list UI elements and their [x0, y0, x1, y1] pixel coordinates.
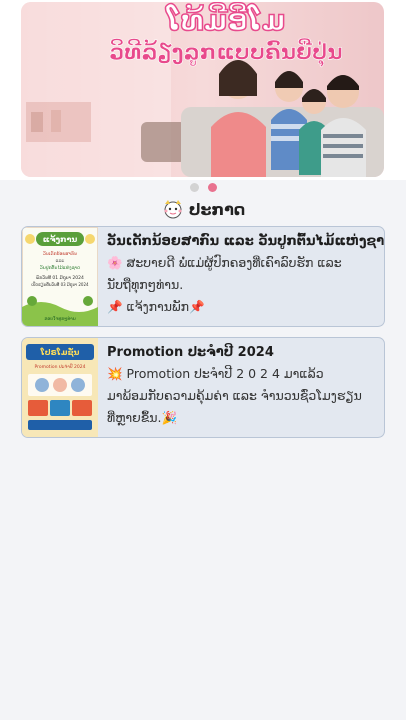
carousel-dot-2-active[interactable] [207, 183, 217, 192]
promo-banner[interactable]: ໂທ້ມີອີໂມ ວິທີລ້ຽງລູກແບບຄົນຍີ່ປຸ່ນ [21, 2, 384, 177]
thumb-line-1: ວັນເດັກນ້ອຍສາກົນ [43, 250, 77, 257]
announcement-line: ນັບຖືທຸກໆທ່ານ. [107, 277, 184, 292]
banner-headline-2: ວິທີລ້ຽງລູກແບບຄົນຍີ່ປຸ່ນ [109, 37, 342, 68]
thumb-line-4: ພັກວັນທີ 01 ມິຖຸນາ 2024 [36, 274, 84, 281]
announcement-card-2[interactable]: ໂປຣໂມຊັ່ນ Promotion ປະຈຳປີ 2024 Promotio… [21, 337, 385, 438]
thumb-line-2: ແລະ [56, 259, 65, 264]
announcement-title: Promotion ປະຈຳປີ 2024 [107, 345, 274, 360]
thumb-heading: ແຈ້ງການ [43, 233, 78, 244]
carousel-dot-1[interactable] [189, 183, 199, 192]
carousel-indicator [0, 183, 406, 192]
announcement-thumbnail: ແຈ້ງການ ວັນເດັກນ້ອຍສາກົນ ແລະ ວັນປູກຕົ້ນໄ… [22, 227, 98, 326]
announcement-line: 📌 ແຈ້ງການພັກ📌 [107, 299, 205, 314]
thumb-heading: ໂປຣໂມຊັ່ນ [40, 346, 80, 358]
announcements-header: ປະກາດ [0, 198, 406, 220]
announcement-line: 🌸 ສະບາຍດີ ພໍ່ແມ່ຜູ້ປົກຄອງທີ່ເຄົາລົບຮັກ ແ… [107, 255, 342, 270]
announcement-line: ທີ່ຫຼາຍຂຶ້ນ.🎉 [107, 410, 178, 425]
banner-headline-1: ໂທ້ມີອີໂມ [165, 2, 286, 37]
thumb-footer: ຂອບໃຈທຸກໆທ່ານ [44, 315, 75, 322]
section-title: ປະກາດ [188, 199, 246, 219]
announcement-text: 🌸 ສະບາຍດີ ພໍ່ແມ່ຜູ້ປົກຄອງທີ່ເຄົາລົບຮັກ ແ… [107, 252, 376, 318]
announcement-line: 💥 Promotion ປະຈຳປີ 2 0 2 4 ມາແລ້ວ [107, 366, 324, 381]
announcement-text: 💥 Promotion ປະຈຳປີ 2 0 2 4 ມາແລ້ວ ມາພ້ອມ… [107, 363, 376, 429]
mascot-icon [164, 200, 182, 219]
announcement-line: ມາພ້ອມກັບຄວາມຄຸ້ມຄ່າ ແລະ ຈຳນວນຊົ່ວໂມງຮຽນ [107, 388, 362, 403]
announcement-card-1[interactable]: ແຈ້ງການ ວັນເດັກນ້ອຍສາກົນ ແລະ ວັນປູກຕົ້ນໄ… [21, 226, 385, 327]
announcement-thumbnail: ໂປຣໂມຊັ່ນ Promotion ປະຈຳປີ 2024 [22, 338, 98, 437]
announcement-title: ວັນເດັກນ້ອຍສາກົນ ແລະ ວັນປູກຕົ້ນໄມ້ແຫ່ງຊາ… [107, 234, 384, 249]
